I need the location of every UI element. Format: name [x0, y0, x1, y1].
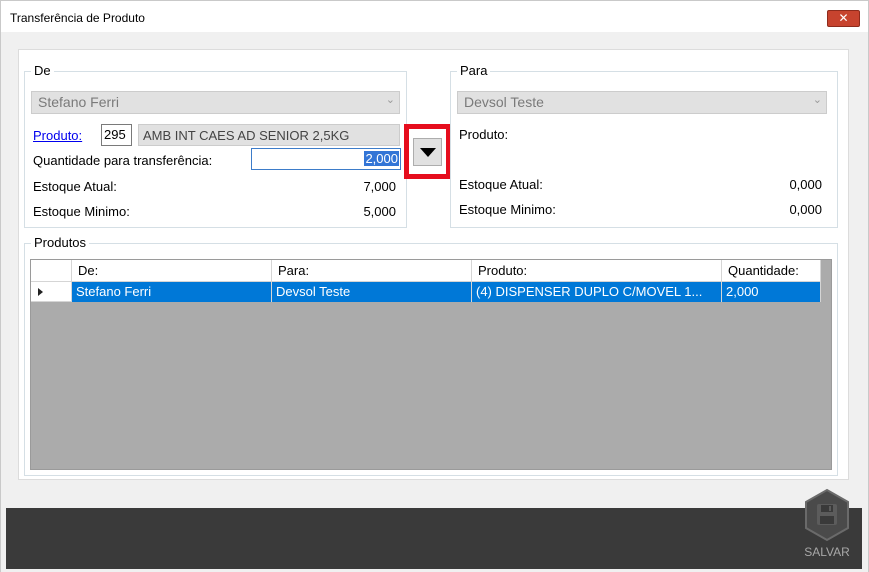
title-bar: Transferência de Produto ✕	[0, 0, 869, 32]
para-estoque-minimo-value: 0,000	[789, 202, 822, 217]
de-estoque-atual-value: 7,000	[363, 179, 396, 194]
column-header-quantidade[interactable]: Quantidade:	[722, 260, 821, 282]
para-estoque-atual-label: Estoque Atual:	[459, 177, 543, 192]
table-row-cell-para[interactable]: Devsol Teste	[272, 282, 472, 302]
chevron-down-icon: ⌄	[385, 94, 395, 106]
transfer-button[interactable]	[413, 138, 442, 166]
produtos-grid[interactable]: De: Para: Produto: Quantidade: Stefano F…	[30, 259, 832, 470]
para-estoque-atual-value: 0,000	[789, 177, 822, 192]
de-combo-value: Stefano Ferri	[38, 94, 119, 110]
para-produto-label: Produto:	[459, 127, 509, 142]
de-estoque-minimo-value: 5,000	[363, 204, 396, 219]
triangle-down-icon	[420, 148, 436, 157]
produto-description-field: AMB INT CAES AD SENIOR 2,5KG	[138, 124, 400, 146]
produtos-group-title: Produtos	[31, 235, 90, 250]
save-button[interactable]: SALVAR	[800, 488, 854, 566]
de-estoque-atual-label: Estoque Atual:	[33, 179, 117, 194]
produto-code-field[interactable]: 295	[101, 124, 132, 146]
grid-corner-header	[31, 260, 72, 282]
para-group-title: Para	[457, 63, 491, 78]
floppy-disk-icon	[805, 488, 849, 542]
table-row-cell-produto[interactable]: (4) DISPENSER DUPLO C/MOVEL 1...	[472, 282, 722, 302]
row-pointer-icon	[38, 288, 43, 296]
column-header-para[interactable]: Para:	[272, 260, 472, 282]
quantidade-input[interactable]: 2,000	[251, 148, 401, 170]
column-header-de[interactable]: De:	[72, 260, 272, 282]
column-header-produto[interactable]: Produto:	[472, 260, 722, 282]
produto-link[interactable]: Produto:	[33, 128, 82, 143]
table-row-cell-de[interactable]: Stefano Ferri	[72, 282, 272, 302]
de-combo[interactable]: Stefano Ferri ⌄	[31, 91, 400, 114]
quantidade-label: Quantidade para transferência:	[33, 153, 213, 168]
close-button[interactable]: ✕	[827, 10, 860, 27]
para-combo-value: Devsol Teste	[464, 94, 544, 110]
quantidade-value: 2,000	[364, 151, 399, 166]
chevron-down-icon: ⌄	[812, 94, 822, 106]
row-selector[interactable]	[31, 282, 72, 302]
save-label: SALVAR	[804, 545, 850, 559]
de-group-title: De	[31, 63, 54, 78]
para-combo[interactable]: Devsol Teste ⌄	[457, 91, 827, 114]
para-estoque-minimo-label: Estoque Minimo:	[459, 202, 556, 217]
table-row-cell-quantidade[interactable]: 2,000	[722, 282, 821, 302]
close-icon: ✕	[838, 11, 849, 25]
de-estoque-minimo-label: Estoque Minimo:	[33, 204, 130, 219]
footer-bar	[6, 508, 862, 569]
window-title: Transferência de Produto	[10, 11, 145, 25]
